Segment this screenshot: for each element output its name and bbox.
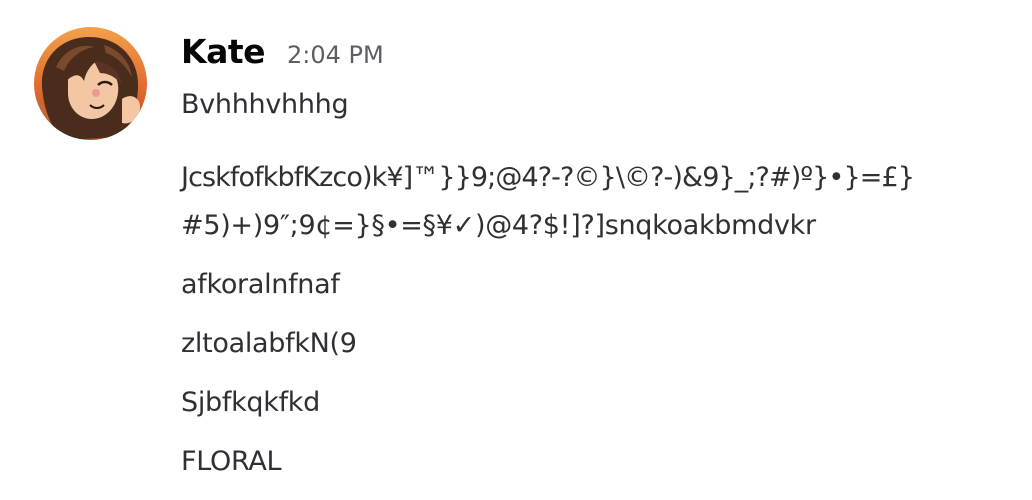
avatar-illustration-icon	[34, 27, 147, 140]
message-line: #5)+)9″;9¢=}§•=§¥✓)@4?$!]?]snqkoakbmdvkr	[181, 210, 816, 241]
username[interactable]: Kate	[181, 32, 266, 71]
message-line: FLORAL	[181, 446, 282, 477]
user-avatar[interactable]	[34, 27, 147, 140]
timestamp[interactable]: 2:04 PM	[287, 41, 384, 69]
message-line: JcskfofkbfKzco)k¥]™}}9;@4?-?©}\©?-)&9}_;…	[181, 162, 915, 193]
message-line: zltoalabfkN(9	[181, 328, 357, 359]
message-line: afkoralnfnaf	[181, 269, 340, 300]
message-group: Kate 2:04 PM Bvhhhvhhhg JcskfofkbfKzco)k…	[0, 0, 1032, 500]
message-line: Bvhhhvhhhg	[181, 89, 349, 120]
message-line: Sjbfkqkfkd	[181, 387, 320, 418]
message-header: Kate 2:04 PM	[181, 32, 384, 78]
